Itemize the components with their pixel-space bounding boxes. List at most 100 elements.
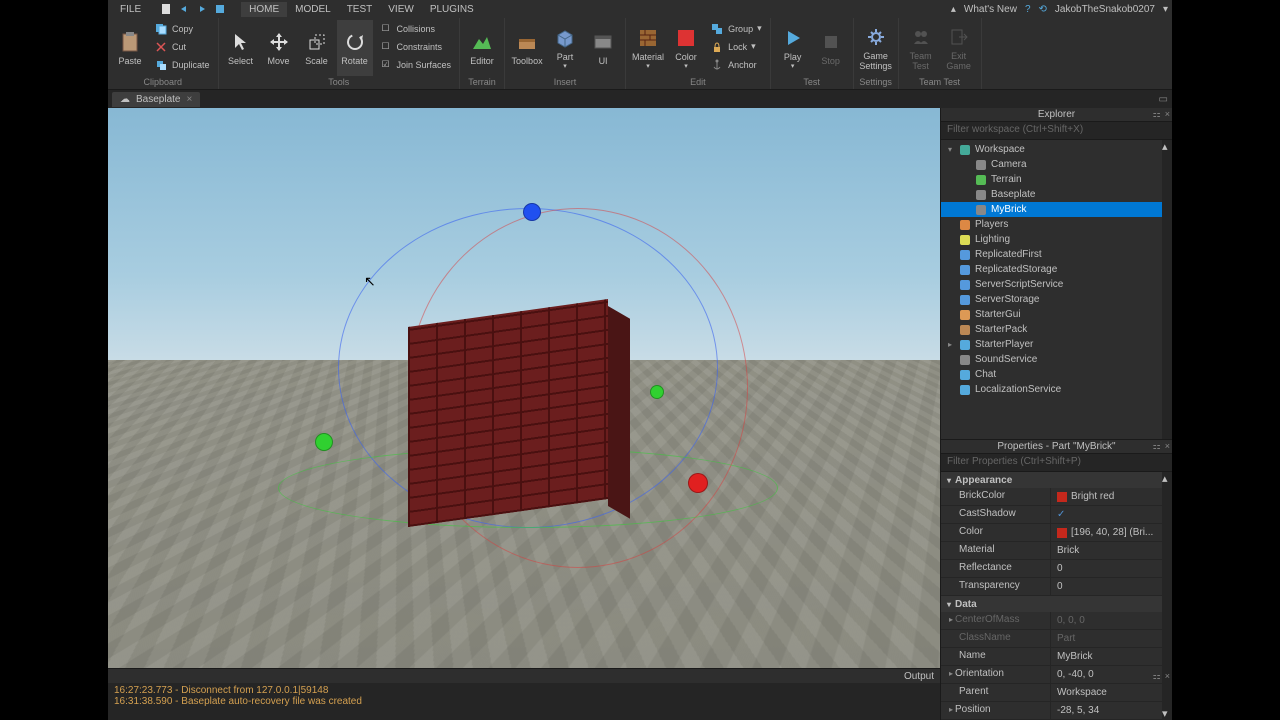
prop-row-brickcolor[interactable]: BrickColorBright red — [941, 488, 1162, 506]
ui-icon — [591, 30, 615, 54]
tree-item-chat[interactable]: Chat — [941, 367, 1162, 382]
select-button[interactable]: Select — [223, 20, 259, 76]
tree-item-replicatedstorage[interactable]: ReplicatedStorage — [941, 262, 1162, 277]
share-icon[interactable]: ⟲ — [1039, 4, 1047, 15]
document-tabs: ☁ Baseplate × ▭ — [108, 90, 1172, 108]
explorer-filter[interactable]: Filter workspace (Ctrl+Shift+X) — [941, 122, 1172, 140]
prop-section-data[interactable]: ▾Data — [941, 596, 1162, 612]
menu-tab-model[interactable]: MODEL — [287, 2, 339, 17]
join-icon: ☑ — [379, 58, 393, 72]
constraints-toggle[interactable]: ☐Constraints — [375, 38, 456, 55]
lock-icon — [710, 40, 724, 54]
menu-tab-home[interactable]: HOME — [241, 2, 287, 17]
tree-item-starterplayer[interactable]: ▸StarterPlayer — [941, 337, 1162, 352]
help-icon[interactable]: ? — [1025, 4, 1031, 15]
properties-list[interactable]: ▾AppearanceBrickColorBright redCastShado… — [941, 472, 1162, 720]
prop-section-appearance[interactable]: ▾Appearance — [941, 472, 1162, 488]
output-line: 16:31:38.590 - Baseplate auto-recovery f… — [114, 696, 934, 707]
tree-item-serverstorage[interactable]: ServerStorage — [941, 292, 1162, 307]
user-dropdown-icon[interactable]: ▾ — [1163, 4, 1168, 15]
undo-icon[interactable] — [177, 2, 191, 16]
duplicate-icon — [154, 58, 168, 72]
explorer-scrollbar[interactable]: ▴ — [1162, 140, 1172, 439]
prop-row-reflectance[interactable]: Reflectance0 — [941, 560, 1162, 578]
properties-close-icon[interactable]: × — [1165, 441, 1170, 452]
tree-item-mybrick[interactable]: MyBrick — [941, 202, 1162, 217]
duplicate-button[interactable]: Duplicate — [150, 56, 214, 73]
copy-button[interactable]: Copy — [150, 20, 214, 37]
new-icon[interactable] — [159, 2, 173, 16]
rotation-handle-z1[interactable] — [315, 433, 333, 451]
output-panel: Output ⚏× 16:27:23.773 - Disconnect from… — [108, 668, 940, 720]
viewport-3d[interactable]: ↖ — [108, 108, 940, 668]
prop-row-castshadow[interactable]: CastShadow✓ — [941, 506, 1162, 524]
rotation-handle-x[interactable] — [688, 473, 708, 493]
output-close-icon[interactable]: × — [1165, 671, 1170, 682]
collisions-toggle[interactable]: ☐Collisions — [375, 20, 456, 37]
ui-button[interactable]: UI — [585, 20, 621, 76]
move-button[interactable]: Move — [261, 20, 297, 76]
tree-item-serverscriptservice[interactable]: ServerScriptService — [941, 277, 1162, 292]
cloud-icon: ☁ — [120, 94, 130, 105]
anchor-button[interactable]: Anchor — [706, 56, 766, 73]
tree-item-soundservice[interactable]: SoundService — [941, 352, 1162, 367]
prop-row-orientation[interactable]: ▸Orientation0, -40, 0 — [941, 666, 1162, 684]
group-button[interactable]: Group ▾ — [706, 20, 766, 37]
play-button[interactable]: Play▾ — [775, 20, 811, 76]
tab-close-icon[interactable]: × — [186, 94, 192, 105]
menu-tab-view[interactable]: VIEW — [380, 2, 422, 17]
paste-button[interactable]: Paste — [112, 20, 148, 76]
rotation-handle-y[interactable] — [523, 203, 541, 221]
tree-item-baseplate[interactable]: Baseplate — [941, 187, 1162, 202]
game-settings-button[interactable]: Game Settings — [858, 20, 894, 76]
explorer-tree[interactable]: ▾WorkspaceCameraTerrainBaseplateMyBrickP… — [941, 140, 1162, 439]
explorer-close-icon[interactable]: × — [1165, 109, 1170, 120]
tree-item-startergui[interactable]: StarterGui — [941, 307, 1162, 322]
tree-item-camera[interactable]: Camera — [941, 157, 1162, 172]
properties-filter[interactable]: Filter Properties (Ctrl+Shift+P) — [941, 454, 1172, 472]
tree-item-starterpack[interactable]: StarterPack — [941, 322, 1162, 337]
tab-baseplate[interactable]: ☁ Baseplate × — [112, 92, 200, 107]
tree-item-lighting[interactable]: Lighting — [941, 232, 1162, 247]
rotation-handle-z2[interactable] — [650, 385, 664, 399]
prop-row-color[interactable]: Color[196, 40, 28] (Bri... — [941, 524, 1162, 542]
explorer-pin-icon[interactable]: ⚏ — [1153, 109, 1161, 120]
maximize-icon[interactable]: ▭ — [1159, 94, 1168, 105]
menu-tab-test[interactable]: TEST — [339, 2, 381, 17]
prop-row-transparency[interactable]: Transparency0 — [941, 578, 1162, 596]
join-surfaces-toggle[interactable]: ☑Join Surfaces — [375, 56, 456, 73]
properties-scrollbar[interactable]: ▴▾ — [1162, 472, 1172, 720]
color-button[interactable]: Color▾ — [668, 20, 704, 76]
output-pin-icon[interactable]: ⚏ — [1153, 671, 1161, 682]
scale-button[interactable]: Scale — [299, 20, 335, 76]
username[interactable]: JakobTheSnakob0207 — [1055, 4, 1155, 15]
rotate-button[interactable]: Rotate — [337, 20, 373, 76]
tree-item-localizationservice[interactable]: LocalizationService — [941, 382, 1162, 397]
terrain-editor-button[interactable]: Editor — [464, 20, 500, 76]
part-button[interactable]: Part▾ — [547, 20, 583, 76]
save-icon[interactable] — [213, 2, 227, 16]
tree-item-workspace[interactable]: ▾Workspace — [941, 142, 1162, 157]
prop-row-material[interactable]: MaterialBrick — [941, 542, 1162, 560]
material-button[interactable]: Material▾ — [630, 20, 666, 76]
prop-row-position[interactable]: ▸Position-28, 5, 34 — [941, 702, 1162, 720]
move-icon — [267, 30, 291, 54]
toolbox-button[interactable]: Toolbox — [509, 20, 545, 76]
redo-icon[interactable] — [195, 2, 209, 16]
stop-icon — [819, 30, 843, 54]
lock-button[interactable]: Lock ▾ — [706, 38, 766, 55]
select-icon — [229, 30, 253, 54]
selected-part-mybrick[interactable] — [408, 313, 630, 533]
prop-row-name[interactable]: NameMyBrick — [941, 648, 1162, 666]
tree-item-players[interactable]: Players — [941, 217, 1162, 232]
collapse-icon[interactable]: ▴ — [951, 4, 956, 15]
cut-button[interactable]: Cut — [150, 38, 214, 55]
whats-new-link[interactable]: What's New — [964, 4, 1017, 15]
tree-item-replicatedfirst[interactable]: ReplicatedFirst — [941, 247, 1162, 262]
prop-row-parent[interactable]: ParentWorkspace — [941, 684, 1162, 702]
tree-item-terrain[interactable]: Terrain — [941, 172, 1162, 187]
properties-pin-icon[interactable]: ⚏ — [1153, 441, 1161, 452]
copy-icon — [154, 22, 168, 36]
file-menu[interactable]: FILE — [112, 2, 149, 17]
menu-tab-plugins[interactable]: PLUGINS — [422, 2, 482, 17]
